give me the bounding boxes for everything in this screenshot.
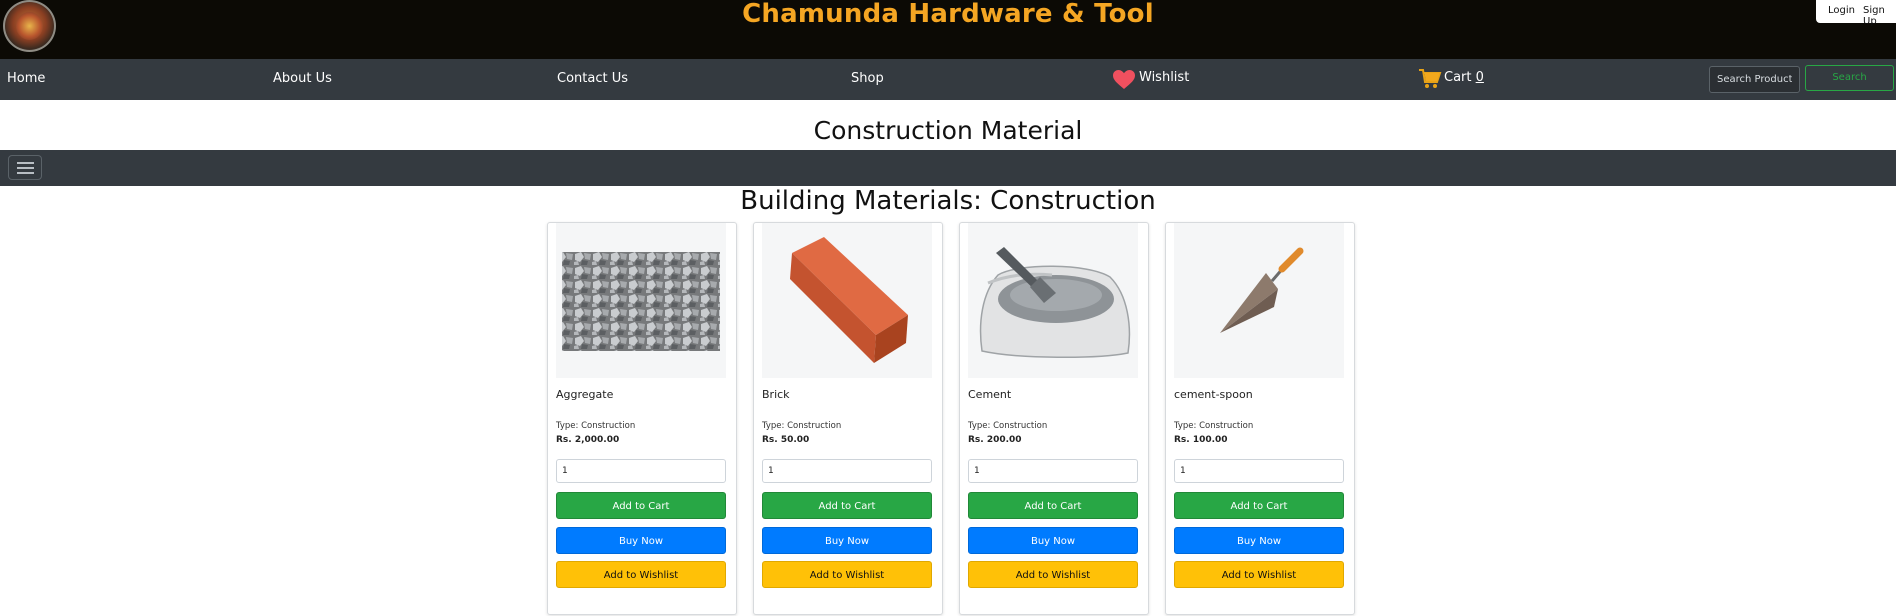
brand-title: Chamunda Hardware & Tool	[742, 0, 1154, 29]
buy-now-button[interactable]: Buy Now	[762, 527, 932, 554]
cement-bag-image	[979, 247, 1131, 359]
add-to-wishlist-button[interactable]: Add to Wishlist	[762, 561, 932, 588]
product-card-aggregate: Aggregate Type: Construction Rs. 2,000.0…	[547, 222, 737, 615]
add-to-wishlist-button[interactable]: Add to Wishlist	[968, 561, 1138, 588]
section-title: Building Materials: Construction	[740, 186, 1156, 216]
product-price: Rs. 50.00	[762, 435, 810, 445]
nav-contact-link[interactable]: Contact Us	[557, 71, 628, 86]
cart-count: 0	[1475, 70, 1484, 85]
buy-now-button[interactable]: Buy Now	[1174, 527, 1344, 554]
cart-label: Cart	[1444, 70, 1472, 85]
product-name: Cement	[968, 388, 1012, 401]
product-image-cement[interactable]	[968, 223, 1138, 378]
login-link[interactable]: Login	[1828, 5, 1855, 16]
trowel-image	[1220, 247, 1304, 333]
hamburger-icon-line	[17, 162, 34, 164]
add-to-wishlist-button[interactable]: Add to Wishlist	[556, 561, 726, 588]
buy-now-button[interactable]: Buy Now	[968, 527, 1138, 554]
quantity-input[interactable]	[762, 459, 932, 483]
nav-shop-link[interactable]: Shop	[851, 71, 884, 86]
product-type: Type: Construction	[1174, 421, 1254, 431]
product-price: Rs. 200.00	[968, 435, 1022, 445]
signup-link[interactable]: Sign Up	[1863, 5, 1896, 27]
nav-home-link[interactable]: Home	[7, 71, 45, 86]
product-image-aggregate[interactable]	[556, 223, 726, 378]
add-to-cart-button[interactable]: Add to Cart	[968, 492, 1138, 519]
heart-icon[interactable]	[1112, 69, 1136, 90]
product-name: cement-spoon	[1174, 388, 1253, 401]
quantity-input[interactable]	[556, 459, 726, 483]
product-card-cement: Cement Type: Construction Rs. 200.00 Add…	[959, 222, 1149, 615]
add-to-cart-button[interactable]: Add to Cart	[1174, 492, 1344, 519]
product-price: Rs. 100.00	[1174, 435, 1228, 445]
quantity-input[interactable]	[968, 459, 1138, 483]
nav-wishlist-link[interactable]: Wishlist	[1139, 70, 1189, 85]
add-to-wishlist-button[interactable]: Add to Wishlist	[1174, 561, 1344, 588]
main-navbar: Home About Us Contact Us Shop Wishlist C…	[0, 59, 1896, 100]
add-to-cart-button[interactable]: Add to Cart	[556, 492, 726, 519]
product-type: Type: Construction	[968, 421, 1048, 431]
product-card-brick: Brick Type: Construction Rs. 50.00 Add t…	[753, 222, 943, 615]
product-type: Type: Construction	[762, 421, 842, 431]
product-image-brick[interactable]	[762, 223, 932, 378]
product-card-cement-spoon: cement-spoon Type: Construction Rs. 100.…	[1165, 222, 1355, 615]
nav-about-link[interactable]: About Us	[273, 71, 332, 86]
product-name: Brick	[762, 388, 790, 401]
product-type: Type: Construction	[556, 421, 636, 431]
menu-toggle-button[interactable]	[8, 155, 42, 180]
page-title: Construction Material	[813, 116, 1083, 145]
hamburger-icon-line	[17, 172, 34, 174]
product-price: Rs. 2,000.00	[556, 435, 620, 445]
brick-image	[790, 237, 908, 363]
product-image-cement-spoon[interactable]	[1174, 223, 1344, 378]
add-to-cart-button[interactable]: Add to Cart	[762, 492, 932, 519]
category-navbar	[0, 150, 1896, 186]
hamburger-icon-line	[17, 167, 34, 169]
nav-cart-link[interactable]: Cart 0	[1444, 70, 1484, 85]
search-button[interactable]: Search	[1805, 65, 1894, 91]
product-name: Aggregate	[556, 388, 614, 401]
gravel-image	[562, 252, 720, 351]
buy-now-button[interactable]: Buy Now	[556, 527, 726, 554]
auth-box: Login Sign Up	[1816, 0, 1896, 27]
search-input[interactable]	[1709, 66, 1800, 93]
quantity-input[interactable]	[1174, 459, 1344, 483]
cart-icon[interactable]	[1418, 68, 1442, 90]
